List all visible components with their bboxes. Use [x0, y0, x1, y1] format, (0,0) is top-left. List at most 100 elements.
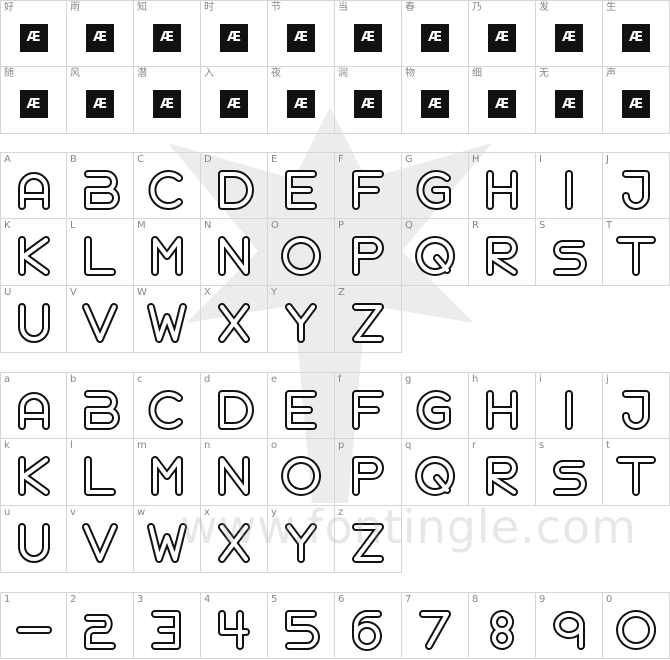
glyph-cell: A: [0, 152, 67, 219]
missing-glyph-icon: Æ: [288, 91, 314, 117]
glyph-cell: n: [201, 439, 268, 506]
missing-glyph-icon: Æ: [422, 91, 448, 117]
glyph-cell: 潜Æ: [134, 67, 201, 134]
glyph-cell: s: [536, 439, 603, 506]
glyph-cell: a: [0, 372, 67, 439]
missing-glyph-icon: Æ: [87, 24, 113, 51]
glyph-cell: Q: [402, 219, 469, 286]
glyph-preview: Æ: [536, 75, 602, 133]
glyph-n-icon: [218, 236, 250, 276]
site-watermark: www.fontingle.com: [180, 500, 637, 554]
glyph-cell: b: [67, 372, 134, 439]
glyph-cell: M: [134, 219, 201, 286]
missing-glyph-icon: Æ: [20, 91, 47, 117]
glyph-preview: [536, 227, 602, 285]
glyph-cell: 夜Æ: [268, 67, 335, 134]
glyph-y-icon: [285, 303, 317, 343]
glyph-g-icon: [416, 169, 451, 210]
glyph-preview: [536, 161, 602, 218]
glyph-preview: [536, 601, 602, 658]
glyph-cell: 3: [134, 592, 201, 659]
glyph-preview: [134, 227, 200, 285]
glyph-c-icon: [148, 389, 183, 430]
glyph-cell: S: [536, 219, 603, 286]
glyph-cell: 节Æ: [268, 0, 335, 67]
glyph-preview: [469, 601, 535, 658]
glyph-preview: Æ: [1, 75, 66, 133]
glyph-preview: Æ: [603, 9, 669, 66]
glyph-a-icon: [17, 171, 50, 210]
glyph-preview: [1, 294, 66, 352]
uppercase-row: KLMNOPQRST: [0, 219, 670, 286]
glyph-f-icon: [352, 389, 384, 430]
glyph-preview: [201, 381, 267, 438]
glyph-cell: k: [0, 439, 67, 506]
glyph-preview: Æ: [201, 9, 267, 66]
cjk-row: 好Æ雨Æ知Æ时Æ节Æ当Æ春Æ乃Æ发Æ生Æ: [0, 0, 670, 67]
glyph-7-icon: [419, 609, 451, 650]
glyph-cell: R: [469, 219, 536, 286]
glyph-d-icon: [218, 389, 254, 430]
glyph-cell: u: [0, 506, 67, 573]
glyph-preview: [536, 381, 602, 438]
glyph-preview: [335, 161, 401, 218]
glyph-z-icon: [352, 303, 384, 343]
missing-glyph-icon: Æ: [221, 24, 247, 51]
glyph-cell: D: [201, 152, 268, 219]
glyph-cell: 9: [536, 592, 603, 659]
glyph-cell: N: [201, 219, 268, 286]
glyph-preview: [67, 601, 133, 658]
glyph-cell: c: [134, 372, 201, 439]
glyph-preview: Æ: [201, 75, 267, 133]
font-specimen-sheet: 好Æ雨Æ知Æ时Æ节Æ当Æ春Æ乃Æ发Æ生Æ随Æ风Æ潜Æ入Æ夜Æ润Æ物Æ细Æ无Æ声Æ…: [0, 0, 670, 660]
glyph-cell: 春Æ: [402, 0, 469, 67]
glyph-b-icon: [84, 389, 120, 430]
glyph-cell: t: [603, 439, 670, 506]
glyph-cell: 知Æ: [134, 0, 201, 67]
glyph-b-icon: [84, 169, 120, 210]
glyph-n-icon: [218, 456, 250, 496]
glyph-cell: e: [268, 372, 335, 439]
lowercase-row: abcdefghij: [0, 372, 670, 439]
glyph-cell: 1: [0, 592, 67, 659]
glyph-i-icon: [565, 389, 573, 430]
glyph-l-icon: [84, 236, 116, 276]
glyph-cell: G: [402, 152, 469, 219]
glyph-preview: [469, 161, 535, 218]
glyph-preview: [335, 601, 401, 658]
glyph-r-icon: [486, 236, 518, 276]
glyph-u-icon: [17, 303, 50, 343]
glyph-cell: 细Æ: [469, 67, 536, 134]
missing-glyph-icon: Æ: [154, 91, 180, 117]
glyph-cell: 声Æ: [603, 67, 670, 134]
glyph-preview: [1, 161, 66, 218]
glyph-cell: B: [67, 152, 134, 219]
glyph-s-icon: [553, 460, 587, 496]
glyph-preview: [67, 447, 133, 505]
glyph-i-icon: [565, 169, 573, 210]
glyph-j-icon: [622, 389, 650, 430]
glyph-o-icon: [281, 456, 322, 496]
glyph-8-icon: [490, 609, 514, 650]
glyph-cell: Z: [335, 286, 402, 353]
missing-glyph-icon: Æ: [87, 91, 113, 117]
glyph-h-icon: [486, 169, 518, 210]
glyph-preview: [536, 447, 602, 505]
missing-glyph-icon: Æ: [20, 24, 47, 51]
glyph-preview: Æ: [469, 9, 535, 66]
glyph-h-icon: [486, 389, 518, 430]
glyph-preview: [268, 294, 334, 352]
glyph-preview: Æ: [67, 9, 133, 66]
glyph-preview: [134, 381, 200, 438]
glyph-9-icon: [553, 610, 585, 650]
missing-glyph-icon: Æ: [355, 24, 381, 51]
glyph-cell: g: [402, 372, 469, 439]
glyph-cell: X: [201, 286, 268, 353]
glyph-v-icon: [82, 303, 118, 343]
glyph-cell: q: [402, 439, 469, 506]
glyph-k-icon: [17, 456, 50, 496]
glyph-preview: [134, 447, 200, 505]
glyph-preview: Æ: [134, 75, 200, 133]
glyph-l-icon: [84, 456, 116, 496]
glyph-preview: [134, 601, 200, 658]
